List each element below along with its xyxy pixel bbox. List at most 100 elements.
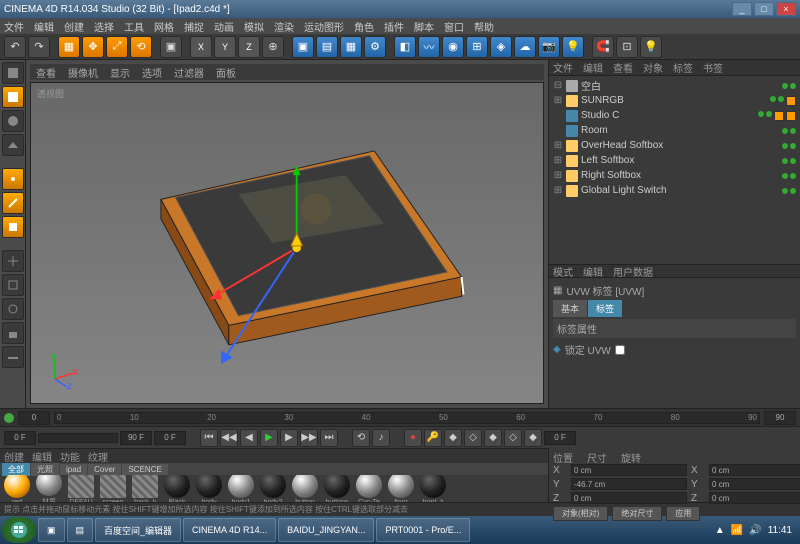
timeline-start[interactable] — [18, 411, 50, 425]
coord-X-pos[interactable] — [571, 464, 687, 476]
task-c4d[interactable]: CINEMA 4D R14... — [183, 518, 276, 542]
recent-tool[interactable]: ▣ — [160, 36, 182, 58]
key-param[interactable]: ◇ — [504, 429, 522, 447]
key-pos[interactable]: ◆ — [444, 429, 462, 447]
record-button[interactable]: ● — [404, 429, 422, 447]
om-bookmarks[interactable]: 书签 — [703, 60, 723, 75]
material-floor[interactable]: floor — [386, 475, 416, 502]
hierarchy-item[interactable]: ⊞Left Softbox — [549, 153, 800, 168]
make-editable[interactable] — [2, 62, 24, 84]
poly-mode[interactable] — [2, 216, 24, 238]
range-start[interactable] — [4, 431, 36, 445]
render-region[interactable]: ▤ — [316, 36, 338, 58]
attr-tab-basic[interactable]: 基本 — [553, 300, 587, 317]
hierarchy-item[interactable]: ⊟空白 — [549, 78, 800, 93]
select-tool[interactable]: ▦ — [58, 36, 80, 58]
view-display[interactable]: 显示 — [110, 65, 130, 80]
key-rot[interactable]: ◆ — [484, 429, 502, 447]
menu-char[interactable]: 角色 — [354, 19, 374, 34]
material-button[interactable]: button — [290, 475, 320, 502]
viewport-solo[interactable] — [2, 274, 24, 296]
key-scale[interactable]: ◇ — [464, 429, 482, 447]
next-key[interactable]: ▶▶ — [300, 429, 318, 447]
current-frame[interactable] — [154, 431, 186, 445]
loop-button[interactable]: ⟲ — [352, 429, 370, 447]
point-mode[interactable] — [2, 168, 24, 190]
om-file[interactable]: 文件 — [553, 60, 573, 75]
task-proe[interactable]: PRT0001 - Pro/E... — [376, 518, 470, 542]
menu-select[interactable]: 选择 — [94, 19, 114, 34]
hierarchy-item[interactable]: ⊞Global Light Switch — [549, 183, 800, 198]
render-view[interactable]: ▣ — [292, 36, 314, 58]
autokey-button[interactable]: 🔑 — [424, 429, 442, 447]
key-pla[interactable]: ◆ — [524, 429, 542, 447]
material-red[interactable]: red — [2, 475, 32, 502]
material-screen[interactable]: screen — [98, 475, 128, 502]
goto-end[interactable]: ⏭ — [320, 429, 338, 447]
menu-edit[interactable]: 编辑 — [34, 19, 54, 34]
workplane-mode[interactable] — [2, 134, 24, 156]
tray-clock[interactable]: 11:41 — [768, 525, 792, 536]
sound-button[interactable]: ♪ — [372, 429, 390, 447]
play-button[interactable]: ▶ — [260, 429, 278, 447]
material-buttons[interactable]: buttons — [322, 475, 352, 502]
menu-script[interactable]: 脚本 — [414, 19, 434, 34]
coord-Z-pos[interactable] — [571, 492, 687, 504]
timeline-end[interactable] — [764, 411, 796, 425]
matgroup-cover[interactable]: Cover — [88, 464, 121, 475]
om-objects[interactable]: 对象 — [643, 60, 663, 75]
tray-sound-icon[interactable]: 🔊 — [749, 525, 761, 536]
menu-plugins[interactable]: 插件 — [384, 19, 404, 34]
prim-cube[interactable]: ◧ — [394, 36, 416, 58]
texture-mode[interactable] — [2, 110, 24, 132]
snap-toggle[interactable] — [2, 298, 24, 320]
hierarchy-item[interactable]: ⊞SUNRGB — [549, 93, 800, 108]
material-Cyc-Te[interactable]: Cyc-Te — [354, 475, 384, 502]
magnet-tool[interactable]: 🧲 — [592, 36, 614, 58]
enable-axis[interactable] — [2, 250, 24, 272]
material-back_li[interactable]: back_li — [130, 475, 160, 502]
viewport-canvas[interactable]: 透视图 — [30, 82, 544, 404]
om-edit[interactable]: 编辑 — [583, 60, 603, 75]
material-body2[interactable]: body2 — [258, 475, 288, 502]
coord-Y-pos[interactable] — [571, 478, 687, 490]
matgroup-all[interactable]: 全部 — [2, 463, 30, 476]
y-axis-lock[interactable]: Y — [214, 36, 236, 58]
prim-env[interactable]: ☁ — [514, 36, 536, 58]
range-end[interactable] — [120, 431, 152, 445]
menu-sim[interactable]: 模拟 — [244, 19, 264, 34]
prim-spline[interactable]: 〰 — [418, 36, 440, 58]
mat-tex[interactable]: 纹理 — [88, 449, 108, 464]
menu-tools[interactable]: 工具 — [124, 19, 144, 34]
mat-func[interactable]: 功能 — [60, 449, 80, 464]
x-axis-lock[interactable]: X — [190, 36, 212, 58]
z-axis-lock[interactable]: Z — [238, 36, 260, 58]
prev-frame[interactable]: ◀ — [240, 429, 258, 447]
menu-window[interactable]: 窗口 — [444, 19, 464, 34]
menu-anim[interactable]: 动画 — [214, 19, 234, 34]
workplane-tool[interactable]: ⊡ — [616, 36, 638, 58]
view-view[interactable]: 查看 — [36, 65, 56, 80]
matgroup-ipad[interactable]: ipad — [60, 464, 87, 475]
mat-edit[interactable]: 编辑 — [32, 449, 52, 464]
ipad-model[interactable] — [161, 151, 464, 345]
view-panel[interactable]: 面板 — [216, 65, 236, 80]
menu-snap[interactable]: 捕捉 — [184, 19, 204, 34]
coord-system[interactable]: ⊕ — [262, 36, 284, 58]
view-filter[interactable]: 过滤器 — [174, 65, 204, 80]
prev-key[interactable]: ◀◀ — [220, 429, 238, 447]
render-settings[interactable]: ⚙ — [364, 36, 386, 58]
edge-mode[interactable] — [2, 192, 24, 214]
hierarchy-item[interactable]: ⊞OverHead Softbox — [549, 138, 800, 153]
viewport[interactable]: 查看 摄像机 显示 选项 过滤器 面板 透视图 — [26, 60, 548, 408]
task-jingyan[interactable]: BAIDU_JINGYAN... — [278, 518, 374, 542]
render-picture[interactable]: ▦ — [340, 36, 362, 58]
coord-mode[interactable]: 对象(相对) — [553, 506, 608, 521]
tray-network-icon[interactable]: 📶 — [731, 525, 743, 536]
hierarchy-item[interactable]: ⊞Right Softbox — [549, 168, 800, 183]
prim-light[interactable]: 💡 — [562, 36, 584, 58]
timeline-slider[interactable]: 0102030405060708090 — [54, 412, 760, 424]
next-frame[interactable]: ▶ — [280, 429, 298, 447]
matgroup-scene[interactable]: SCENCE — [122, 464, 167, 475]
menu-mograph[interactable]: 运动图形 — [304, 19, 344, 34]
